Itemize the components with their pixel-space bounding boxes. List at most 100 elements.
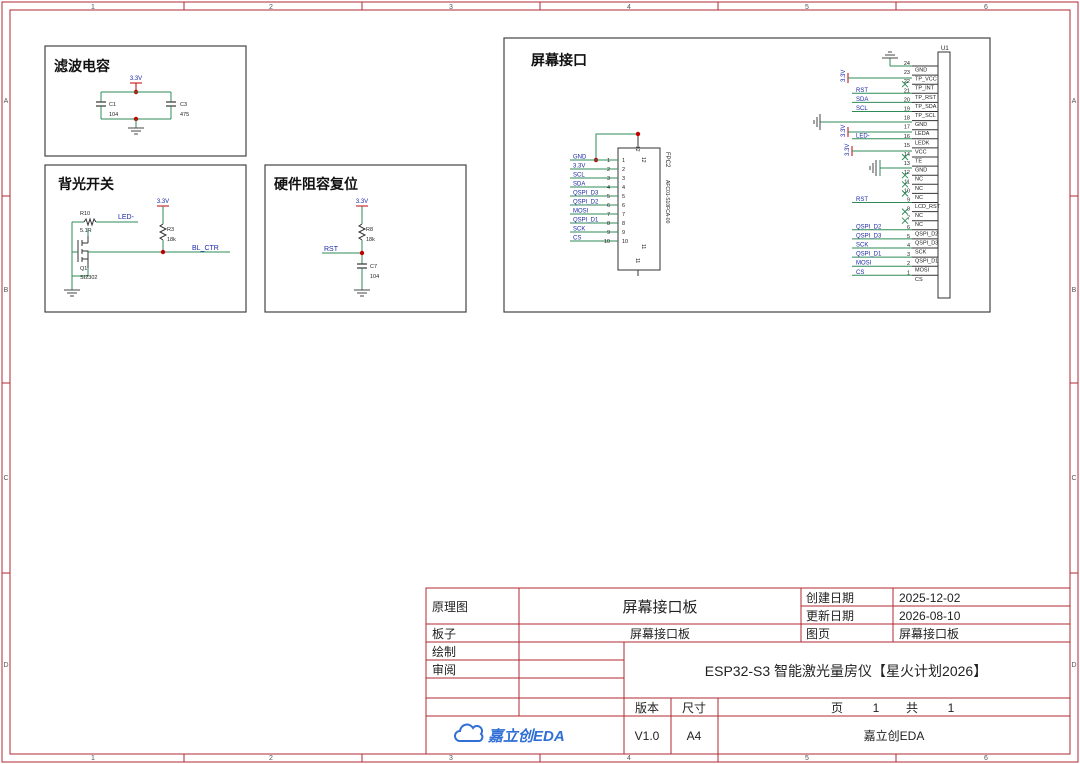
fpc-net-label: QSPI_D1 <box>573 218 599 224</box>
u1-pin-number: 23 <box>904 70 910 76</box>
u1-pin-name: SCK <box>915 250 927 256</box>
net-label-3v3: 3.3V <box>841 70 847 82</box>
screen-interface-block[interactable]: 屏幕接口 FPC2 AFC01-S10FCA-00 12 12 11 11 GN… <box>503 37 991 313</box>
u1-pin-name: TP_SDA <box>915 104 937 110</box>
rc-reset-block[interactable]: 硬件阻容复位 3.3V R8 18k RST C7 104 <box>264 164 467 313</box>
col-label-bottom: 2 <box>269 755 273 762</box>
u1-pin-list: 24GND23TP_VCC22TP_INT21TP_RSTRST20TP_SDA… <box>852 61 941 283</box>
col-label-top: 2 <box>269 4 273 11</box>
u1-pin-number: 17 <box>904 125 910 131</box>
c7-value: 104 <box>370 274 379 280</box>
version-value: V1.0 <box>635 729 660 743</box>
fpc-pin-index: 2 <box>622 167 625 173</box>
filter-capacitor-block[interactable]: 滤波电容 3.3V C1 104 C3 475 <box>44 45 247 157</box>
ground-symbol <box>128 127 144 135</box>
fpc-pin-number: 9 <box>607 230 610 236</box>
block-title: 背光开关 <box>58 176 114 192</box>
company-name: 嘉立创EDA <box>864 728 925 743</box>
fpc-net-label: 3.3V <box>573 164 585 170</box>
u1-pin-name: QSPI_D3 <box>915 240 938 246</box>
q1-ref: Q1 <box>80 266 87 272</box>
u1-pin-name: NC <box>915 213 923 219</box>
label-version: 版本 <box>635 701 659 715</box>
fpc-pin-index: 9 <box>622 230 625 236</box>
block-title: 硬件阻容复位 <box>274 176 358 192</box>
u1-pin-number: 15 <box>904 143 910 149</box>
u1-pin-name: GND <box>915 122 927 128</box>
u1-pin-name: NC <box>915 177 923 183</box>
row-label-right: D <box>1071 662 1076 669</box>
block-title: 屏幕接口 <box>531 52 587 68</box>
u1-pin-name: TP_VCC <box>915 77 937 83</box>
r3-value: 18k <box>167 237 176 243</box>
net-label-3v3: 3.3V <box>157 199 169 205</box>
page-total: 1 <box>948 701 955 715</box>
junction-dot <box>160 249 166 255</box>
fpc-pin-number: 4 <box>607 185 610 191</box>
fpc-pin-list: GND 1 1 3.3V 2 2 SCL 3 3 SDA 4 4 QSPI_D3 5 5 QSPI_D2 6 6 M… <box>570 155 628 245</box>
u1-body <box>937 51 951 299</box>
col-label-bottom: 4 <box>627 755 631 762</box>
fpc-pin-number: 11 <box>640 244 646 249</box>
u1-pin-name: NC <box>915 186 923 192</box>
c7-ref: C7 <box>370 264 377 270</box>
u1-pin-name: TP_SCL <box>915 113 936 119</box>
fpc-pin-number: 7 <box>607 212 610 218</box>
fpc-pin-number: 5 <box>607 194 610 200</box>
label-updated: 更新日期 <box>806 608 854 623</box>
fpc-pin-index: 4 <box>622 185 625 191</box>
u1-pin-name: TE <box>915 159 922 165</box>
col-label-top: 1 <box>91 4 95 11</box>
fpc-net-label: QSPI_D2 <box>573 200 599 206</box>
u1-net-label: RST <box>856 88 868 94</box>
row-label-left: A <box>4 98 9 105</box>
schematic-name: 屏幕接口板 <box>622 598 697 616</box>
row-label-left: B <box>4 287 9 294</box>
vcc-rail-leda: 3.3V <box>841 125 912 137</box>
u1-pin-number: 13 <box>904 161 910 167</box>
u1-net-label: LED- <box>856 133 870 139</box>
row-label-right: C <box>1071 475 1076 482</box>
u1-net-label: RST <box>856 197 868 203</box>
u1-net-label: SCK <box>856 243 868 249</box>
u1-pin: 9LCD_RSTRST <box>852 197 941 210</box>
schematic-sheet: 1 2 3 4 5 6 1 2 3 4 5 6 A B C D A B C D … <box>1 1 1079 763</box>
col-label-bottom: 5 <box>805 755 809 762</box>
label-review: 审阅 <box>432 662 456 677</box>
col-label-top: 6 <box>984 4 988 11</box>
fpc-pin-index: 5 <box>622 194 625 200</box>
u1-ref: U1 <box>941 46 949 52</box>
u1-net-label: QSPI_D1 <box>856 252 882 258</box>
fpc-net-label: SCL <box>573 173 585 179</box>
resistor-r8 <box>357 223 367 241</box>
u1-net-label: MOSI <box>856 261 872 267</box>
fpc-net-label: MOSI <box>573 209 589 215</box>
u1-pin-name: LEDK <box>915 140 930 146</box>
net-label-rst: RST <box>324 246 339 253</box>
fpc-pin-index: 3 <box>622 176 625 182</box>
net-label-3v3: 3.3V <box>845 144 851 156</box>
q1-value: SI2302 <box>80 275 97 281</box>
row-label-right: A <box>1072 98 1077 105</box>
ground-symbol <box>813 114 821 130</box>
u1-pin-name: GND <box>915 168 927 174</box>
u1-net-label: QSPI_D3 <box>856 233 882 239</box>
ground-symbol <box>354 289 370 297</box>
col-label-top: 4 <box>627 4 631 11</box>
board-name: 屏幕接口板 <box>630 626 690 641</box>
u1-pin-name: LEDA <box>915 131 930 137</box>
label-board: 板子 <box>432 627 456 641</box>
junction-dot <box>359 250 365 256</box>
label-size: 尺寸 <box>682 701 706 715</box>
col-label-top: 5 <box>805 4 809 11</box>
u1-pin-name: QSPI_D2 <box>915 231 938 237</box>
row-label-left: C <box>3 475 8 482</box>
r3-ref: R3 <box>167 227 174 233</box>
c1-value: 104 <box>109 112 118 118</box>
row-label-right: B <box>1072 287 1077 294</box>
net-label-led: LED- <box>118 214 135 221</box>
u1-pin-number: 18 <box>904 116 910 122</box>
backlight-switch-block[interactable]: 背光开关 R10 5.1R LED- Q1 SI2302 3.3V R3 18k… <box>44 164 247 313</box>
fpc-pin-number: 2 <box>607 167 610 173</box>
block-title: 滤波电容 <box>54 58 110 74</box>
